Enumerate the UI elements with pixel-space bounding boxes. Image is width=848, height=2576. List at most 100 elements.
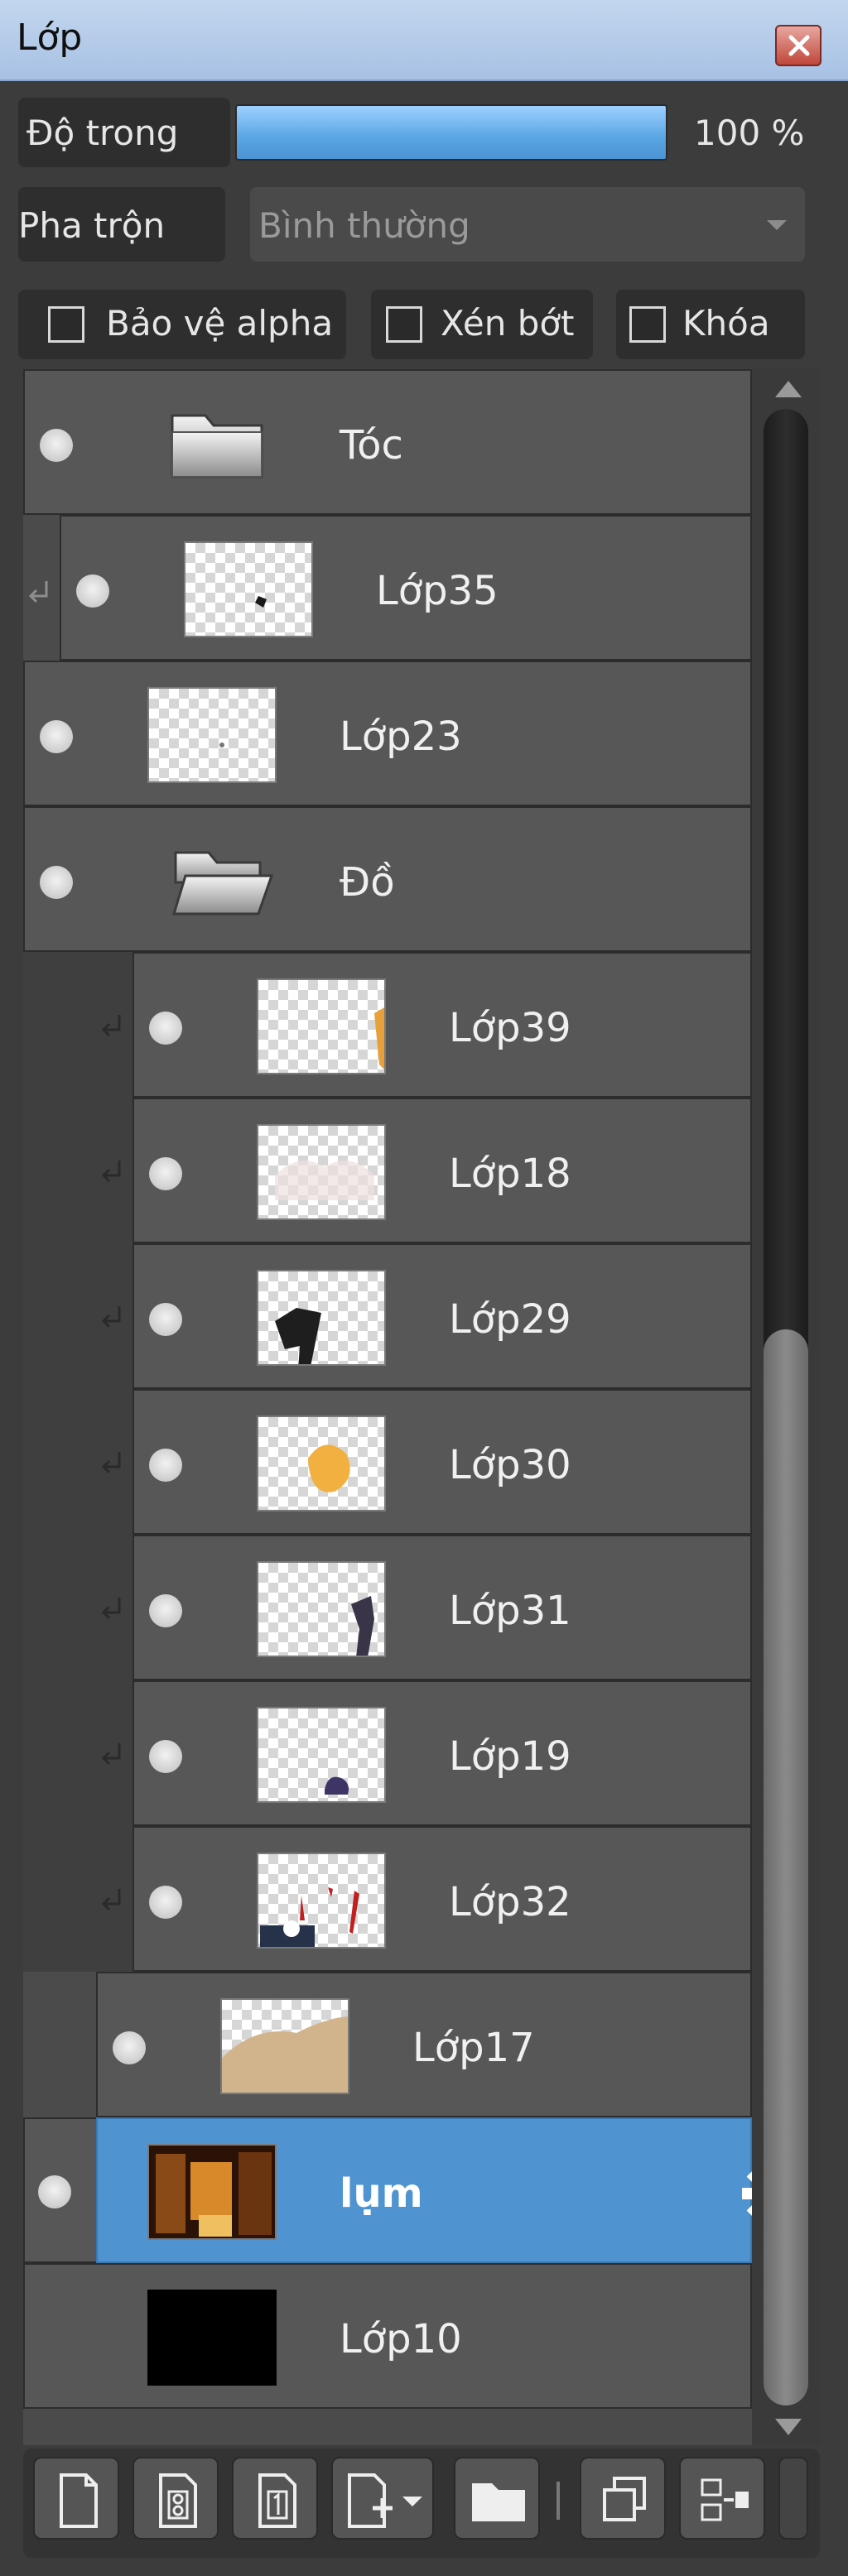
new-8bit-layer-button[interactable] (132, 2457, 219, 2540)
layer-row-lop29[interactable]: Lớp29 (132, 1243, 752, 1389)
new-folder-button[interactable] (454, 2457, 540, 2540)
duplicate-layer-button[interactable] (580, 2457, 666, 2540)
visibility-icon[interactable] (76, 574, 109, 608)
opacity-label: Độ trong (26, 113, 179, 153)
layer-row-lop23[interactable]: Lớp23 (23, 661, 752, 806)
layer-row-lop30[interactable]: Lớp30 (132, 1389, 752, 1535)
layer-thumbnail (220, 1998, 349, 2094)
visibility-icon[interactable] (149, 1740, 182, 1773)
layer-row-lop31[interactable]: Lớp31 (132, 1535, 752, 1680)
window-title: Lớp (17, 17, 83, 59)
layer-name: Lớp31 (449, 1588, 571, 1634)
visibility-icon[interactable] (113, 2031, 146, 2064)
scroll-thumb[interactable] (764, 1329, 808, 2405)
clipping-arrow-icon (101, 1306, 121, 1329)
thumbnail-art (219, 743, 224, 747)
visibility-icon[interactable] (149, 1012, 182, 1045)
close-icon (788, 35, 810, 56)
blend-mode-value: Bình thường (258, 205, 470, 246)
clipping-arrow-icon (101, 1015, 121, 1037)
layer-name: Lớp19 (449, 1733, 571, 1780)
layer-name: Lớp39 (449, 1005, 571, 1051)
visibility-icon[interactable] (149, 1157, 182, 1190)
close-button[interactable] (775, 25, 822, 66)
opacity-label-box: Độ trong (18, 98, 230, 167)
layer-panel: Lớp Độ trong 100 % Pha trộn Bình thường … (0, 0, 848, 2576)
visibility-icon[interactable] (149, 1594, 182, 1627)
lock-checkbox[interactable] (629, 306, 666, 343)
layer-row-lop39[interactable]: Lớp39 (132, 952, 752, 1098)
thumbnail-art (351, 1596, 374, 1656)
lock-option[interactable]: Khóa (616, 290, 805, 359)
folder-open-icon (171, 851, 274, 916)
layer-name: Lớp32 (449, 1879, 571, 1925)
layer-row-lop17[interactable]: Lớp17 (96, 1972, 752, 2117)
new-8bit-layer-icon (159, 2473, 197, 2528)
visibility-icon[interactable] (40, 720, 73, 753)
clipping-arrow-icon (28, 581, 48, 603)
blend-label: Pha trộn (18, 205, 166, 246)
clip-option[interactable]: Xén bớt (371, 290, 593, 359)
layer-name: Lớp23 (340, 714, 462, 760)
layer-list: Tóc Lớp35 Lớp23 Đồ Lớp39 Lớp18 Lớp29 Lớp… (23, 369, 752, 2445)
scroll-down-icon[interactable] (775, 2419, 802, 2435)
visibility-icon[interactable] (149, 1449, 182, 1482)
thumbnail-art (325, 1776, 349, 1795)
protect-alpha-label: Bảo vệ alpha (106, 303, 334, 344)
layer-name: Lớp30 (449, 1442, 571, 1488)
clipping-arrow-icon (101, 1743, 121, 1766)
layer-name: Lớp18 (449, 1151, 571, 1197)
layer-thumbnail (147, 2290, 277, 2386)
clip-checkbox[interactable] (386, 306, 422, 343)
layer-list-scrollbar[interactable] (752, 369, 820, 2445)
layer-row-lop18[interactable]: Lớp18 (132, 1098, 752, 1243)
layer-row-lop10[interactable]: Lớp10 (23, 2263, 752, 2409)
thumbnail-art (308, 1444, 350, 1492)
layer-thumbnail (257, 1561, 386, 1657)
layer-row-lum[interactable]: lụm (96, 2117, 752, 2263)
lock-label: Khóa (682, 303, 770, 344)
thumbnail-art (149, 2146, 275, 2238)
layer-name: Lớp35 (376, 568, 499, 614)
layer-name: lụm (340, 2170, 423, 2217)
layer-thumbnail (257, 1415, 386, 1511)
new-layer-button[interactable] (33, 2457, 119, 2540)
thumbnail-art (260, 1887, 359, 1947)
folder-closed-icon (171, 414, 263, 478)
clipping-arrow-icon (101, 1452, 121, 1474)
layer-thumbnail (257, 1853, 386, 1949)
merge-down-icon (701, 2478, 749, 2521)
merge-down-button[interactable] (679, 2457, 765, 2540)
visibility-icon[interactable] (149, 1886, 182, 1919)
layer-row-lop19[interactable]: Lớp19 (132, 1680, 752, 1826)
layer-name: Đồ (340, 859, 395, 906)
layer-toolbar (23, 2449, 820, 2558)
duplicate-layer-icon (603, 2477, 646, 2521)
protect-alpha-option[interactable]: Bảo vệ alpha (18, 290, 346, 359)
new-layer-menu-button[interactable] (331, 2457, 434, 2540)
visibility-icon[interactable] (149, 1303, 182, 1336)
toolbar-overflow[interactable] (778, 2457, 808, 2540)
visibility-icon[interactable] (40, 429, 73, 462)
thumbnail-art (255, 596, 267, 608)
visibility-icon[interactable] (40, 866, 73, 899)
blend-mode-select[interactable]: Bình thường (250, 187, 805, 262)
layer-row-lop35[interactable]: Lớp35 (60, 515, 752, 661)
thumbnail-art (222, 2016, 348, 2093)
layer-row-lop32[interactable]: Lớp32 (132, 1826, 752, 1972)
clip-label: Xén bớt (441, 303, 575, 344)
layer-row-do[interactable]: Đồ (23, 806, 752, 952)
clipping-arrow-icon (101, 1889, 121, 1911)
visibility-icon[interactable] (38, 2175, 71, 2208)
scroll-up-icon[interactable] (775, 381, 802, 397)
gear-icon[interactable] (740, 2162, 752, 2225)
thumbnail-art (275, 1308, 321, 1364)
thumbnail-art (374, 1007, 384, 1069)
new-1bit-layer-button[interactable] (232, 2457, 318, 2540)
layer-name: Lớp29 (449, 1296, 571, 1343)
new-folder-icon (472, 2483, 525, 2521)
protect-alpha-checkbox[interactable] (48, 306, 84, 343)
layer-thumbnail (147, 687, 277, 783)
new-layer-icon (60, 2473, 98, 2528)
layer-row-toc[interactable]: Tóc (23, 369, 752, 515)
